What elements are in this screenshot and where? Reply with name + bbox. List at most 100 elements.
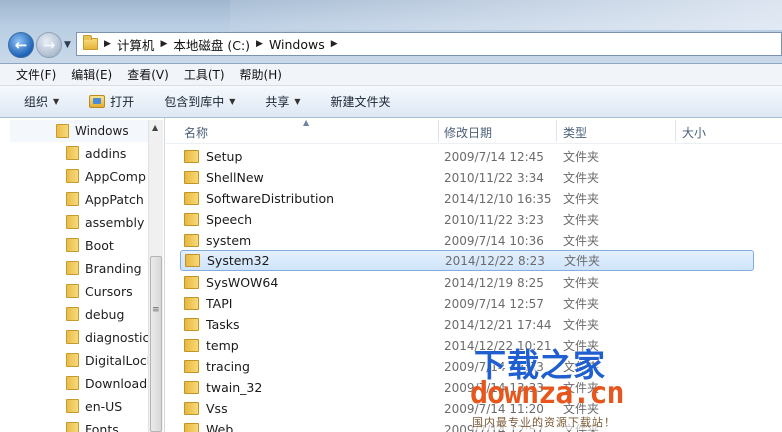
table-row[interactable]: ShellNew 2010/11/22 3:34 文件夹 bbox=[180, 167, 754, 188]
tree-item-label: AppPatch bbox=[85, 191, 144, 207]
tree-item[interactable]: diagnostic bbox=[66, 326, 148, 348]
address-bar[interactable]: ▶ 计算机 ▶ 本地磁盘 (C:) ▶ Windows ▶ bbox=[76, 32, 782, 56]
table-row-selected[interactable]: System32 2014/12/22 8:23 文件夹 bbox=[180, 250, 754, 271]
table-row[interactable]: Web2009/7/14 12:57文件夹 bbox=[180, 419, 754, 432]
menu-file[interactable]: 文件(F) bbox=[16, 66, 56, 83]
table-row[interactable]: Setup 2009/7/14 12:45 文件夹 bbox=[180, 146, 754, 167]
share-label: 共享 bbox=[265, 95, 290, 109]
folder-icon bbox=[184, 276, 199, 289]
folder-icon bbox=[185, 254, 200, 267]
column-divider[interactable] bbox=[556, 120, 557, 142]
file-date: 2009/7/14 12:45 bbox=[444, 149, 544, 164]
folder-icon bbox=[66, 353, 79, 367]
folder-icon bbox=[184, 381, 199, 394]
tree-item[interactable]: addins bbox=[66, 142, 148, 164]
column-divider[interactable] bbox=[675, 120, 676, 142]
file-type: 文件夹 bbox=[563, 150, 600, 164]
folder-icon bbox=[66, 238, 79, 252]
chevron-right-icon[interactable]: ▶ bbox=[104, 39, 111, 49]
tree-item-label: Branding bbox=[85, 260, 142, 276]
table-row[interactable]: twain_32 2009/7/14 13:33 文件夹 bbox=[180, 377, 754, 398]
column-header-type[interactable]: 类型 bbox=[563, 124, 587, 141]
column-header-name[interactable]: 名称 bbox=[184, 124, 208, 141]
share-button[interactable]: 共享 ▼ bbox=[265, 93, 300, 110]
recent-pages-dropdown[interactable]: ▼ bbox=[64, 40, 76, 50]
file-name-text: System32 bbox=[207, 253, 270, 268]
open-button[interactable]: 打开 bbox=[89, 93, 134, 110]
file-name-text: Speech bbox=[206, 212, 253, 227]
file-date: 2009/7/14 10:36 bbox=[444, 233, 544, 248]
tree-item[interactable]: Branding bbox=[66, 257, 148, 279]
tree-item[interactable]: DigitalLock bbox=[66, 349, 148, 371]
tree-item[interactable]: Cursors bbox=[66, 280, 148, 302]
table-row[interactable]: system 2009/7/14 10:36 文件夹 bbox=[180, 230, 754, 251]
file-name: ShellNew bbox=[184, 170, 264, 185]
navigation-pane: Windows addins AppComp AppPatch assembly… bbox=[0, 118, 165, 432]
chevron-right-icon[interactable]: ▶ bbox=[160, 39, 167, 49]
folder-icon bbox=[66, 330, 79, 344]
folder-icon bbox=[66, 215, 79, 229]
scrollbar-thumb[interactable] bbox=[150, 256, 162, 432]
file-name-text: SysWOW64 bbox=[206, 275, 279, 290]
menu-bar: 文件(F) 编辑(E) 查看(V) 工具(T) 帮助(H) bbox=[0, 64, 782, 86]
tree-item[interactable]: AppPatch bbox=[66, 188, 148, 210]
tree-item[interactable]: Boot bbox=[66, 234, 148, 256]
command-toolbar: 组织 ▼ 打开 包含到库中 ▼ 共享 ▼ 新建文件夹 bbox=[0, 86, 782, 118]
table-row[interactable]: Vss 2009/7/14 11:20 文件夹 bbox=[180, 398, 754, 419]
folder-icon bbox=[184, 192, 199, 205]
column-header-date[interactable]: 修改日期 bbox=[444, 124, 492, 141]
organize-button[interactable]: 组织 ▼ bbox=[24, 93, 59, 110]
file-name: SysWOW64 bbox=[184, 275, 278, 290]
tree-item[interactable]: Download bbox=[66, 372, 148, 394]
breadcrumb-computer[interactable]: 计算机 bbox=[117, 35, 155, 54]
breadcrumb-windows[interactable]: Windows bbox=[269, 37, 325, 52]
menu-help[interactable]: 帮助(H) bbox=[240, 66, 282, 83]
file-type: 文件夹 bbox=[563, 213, 600, 227]
column-header-size[interactable]: 大小 bbox=[682, 124, 706, 141]
menu-view[interactable]: 查看(V) bbox=[127, 66, 169, 83]
table-row[interactable]: tracing 2009/7/14 13:33 文件夹 bbox=[180, 356, 754, 377]
tree-item[interactable]: en-US bbox=[66, 395, 148, 417]
new-folder-label: 新建文件夹 bbox=[330, 95, 391, 109]
tree-item-windows[interactable]: Windows bbox=[10, 120, 150, 142]
column-divider[interactable] bbox=[438, 120, 439, 142]
tree-item-label: DigitalLock bbox=[85, 352, 148, 368]
table-row[interactable]: TAPI 2009/7/14 12:57 文件夹 bbox=[180, 293, 754, 314]
tree-item[interactable]: AppComp bbox=[66, 165, 148, 187]
folder-icon bbox=[184, 339, 199, 352]
scroll-up-icon[interactable]: ▲ bbox=[152, 123, 158, 132]
file-type: 文件夹 bbox=[564, 254, 601, 268]
file-name: system bbox=[184, 233, 251, 248]
table-row[interactable]: temp 2014/12/22 10:21 文件夹 bbox=[180, 335, 754, 356]
table-row[interactable]: SoftwareDistribution 2014/12/10 16:35 文件夹 bbox=[180, 188, 754, 209]
menu-edit[interactable]: 编辑(E) bbox=[71, 66, 112, 83]
folder-icon bbox=[184, 297, 199, 310]
column-headers: ▲ 名称 修改日期 类型 大小 bbox=[166, 118, 782, 144]
tree-scrollbar[interactable]: ▲ ≡ bbox=[148, 120, 163, 432]
tree-item[interactable]: assembly bbox=[66, 211, 148, 233]
back-button[interactable]: ← bbox=[8, 32, 34, 58]
forward-button[interactable]: → bbox=[36, 32, 62, 58]
folder-icon bbox=[83, 35, 98, 50]
table-row[interactable]: Speech 2010/11/22 3:23 文件夹 bbox=[180, 209, 754, 230]
tree-item-label: Boot bbox=[85, 237, 114, 253]
chevron-right-icon[interactable]: ▶ bbox=[331, 39, 338, 49]
tree-item-label: en-US bbox=[85, 398, 123, 414]
include-library-button[interactable]: 包含到库中 ▼ bbox=[164, 93, 235, 110]
grip-icon: ≡ bbox=[152, 305, 160, 315]
breadcrumb-local-disk[interactable]: 本地磁盘 (C:) bbox=[173, 35, 250, 54]
tree-item-label: Fonts bbox=[85, 421, 119, 432]
file-date: 2010/11/22 3:23 bbox=[444, 212, 544, 227]
file-name: temp bbox=[184, 338, 239, 353]
file-name: SoftwareDistribution bbox=[184, 191, 334, 206]
include-library-label: 包含到库中 bbox=[164, 95, 225, 109]
tree-item[interactable]: Fonts bbox=[66, 418, 148, 432]
chevron-right-icon[interactable]: ▶ bbox=[256, 39, 263, 49]
new-folder-button[interactable]: 新建文件夹 bbox=[331, 93, 391, 110]
table-row[interactable]: Tasks 2014/12/21 17:44 文件夹 bbox=[180, 314, 754, 335]
table-row[interactable]: SysWOW64 2014/12/19 8:25 文件夹 bbox=[180, 272, 754, 293]
menu-tools[interactable]: 工具(T) bbox=[184, 66, 225, 83]
tree-item[interactable]: debug bbox=[66, 303, 148, 325]
file-name-text: twain_32 bbox=[206, 380, 263, 395]
folder-icon bbox=[184, 402, 199, 415]
